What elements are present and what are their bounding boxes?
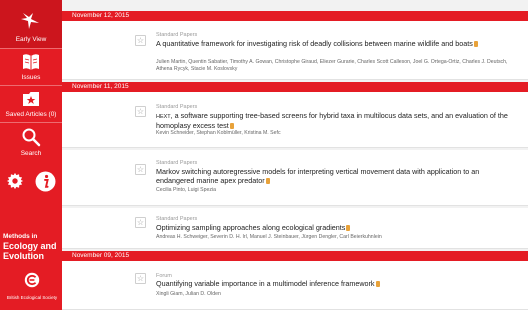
sidebar-item-label: Early View: [15, 36, 47, 43]
date-header: November 11, 2015: [62, 82, 528, 92]
date-header: November 09, 2015: [62, 251, 528, 261]
search-icon: [22, 128, 41, 147]
open-access-icon: [346, 225, 351, 231]
article-title-prefix: HEXT: [156, 114, 171, 120]
article-category: Standard Papers: [156, 104, 198, 110]
sidebar-bottom-actions: [0, 168, 62, 198]
article-card[interactable]: ☆ Standard Papers Markov switching autor…: [62, 150, 528, 206]
favorite-star-icon[interactable]: ☆: [135, 217, 146, 228]
sidebar-item-search[interactable]: Search: [0, 123, 62, 159]
article-card[interactable]: ☆ Forum Quantifying variable importance …: [62, 261, 528, 310]
sidebar-item-label: Search: [20, 150, 42, 157]
article-title[interactable]: Optimizing sampling approaches along eco…: [156, 223, 516, 233]
article-card[interactable]: ☆ Standard Papers HEXT, a software suppo…: [62, 92, 528, 148]
sidebar: Early View Issues Saved Articles (0) Sea…: [0, 0, 62, 310]
open-access-icon: [375, 281, 380, 287]
journal-title-line: Ecology and: [3, 241, 57, 251]
society-name: British Ecological Society: [6, 295, 58, 300]
favorite-star-icon[interactable]: ☆: [135, 273, 146, 284]
article-authors: Xingli Giam, Julian D. Olden: [156, 291, 221, 297]
journal-title: Methods in Ecology and Evolution: [3, 233, 61, 261]
article-title-text: Quantifying variable importance in a mul…: [156, 279, 375, 288]
society-logo: British Ecological Society: [2, 272, 62, 300]
article-authors: Kevin Schneider, Stephan Koblmüller, Kri…: [156, 130, 281, 136]
article-authors: Andreas H. Schweiger, Severin D. H. Irl,…: [156, 234, 382, 240]
article-title[interactable]: HEXT, a software supporting tree-based s…: [156, 111, 516, 130]
early-view-icon: [21, 13, 39, 29]
article-card[interactable]: ☆ Standard Papers A quantitative framewo…: [62, 21, 528, 80]
article-card[interactable]: ☆ Standard Papers Optimizing sampling ap…: [62, 208, 528, 249]
article-title-text: , a software supporting tree-based scree…: [156, 111, 508, 130]
article-category: Standard Papers: [156, 32, 198, 38]
british-ecological-society-logo-icon: [24, 272, 40, 288]
open-access-icon: [229, 122, 234, 129]
info-icon[interactable]: [35, 171, 56, 192]
open-access-icon: [473, 41, 478, 47]
book-icon: [23, 54, 39, 70]
article-category: Standard Papers: [156, 216, 198, 222]
article-title[interactable]: Quantifying variable importance in a mul…: [156, 279, 516, 289]
article-authors: Julien Martin, Quentin Sabatier, Timothy…: [156, 59, 508, 72]
article-title-text: A quantitative framework for investigati…: [156, 39, 473, 48]
favorite-star-icon[interactable]: ☆: [135, 106, 146, 117]
date-header: November 12, 2015: [62, 11, 528, 21]
journal-title-line: Methods in: [3, 233, 38, 240]
article-title[interactable]: A quantitative framework for investigati…: [156, 39, 516, 49]
sidebar-item-issues[interactable]: Issues: [0, 49, 62, 85]
sidebar-item-early-view[interactable]: Early View: [0, 0, 62, 48]
gear-icon[interactable]: [6, 172, 24, 190]
sidebar-item-label: Issues: [21, 74, 41, 81]
saved-star-icon: [23, 92, 39, 106]
open-access-icon: [265, 177, 270, 184]
favorite-star-icon[interactable]: ☆: [135, 35, 146, 46]
article-title-text: Markov switching autoregressive models f…: [156, 167, 480, 185]
sidebar-item-saved-articles[interactable]: Saved Articles (0): [0, 86, 62, 122]
favorite-star-icon[interactable]: ☆: [135, 164, 146, 175]
article-category: Standard Papers: [156, 160, 198, 166]
article-list: November 12, 2015 ☆ Standard Papers A qu…: [62, 0, 528, 310]
article-authors: Cecilia Pinto, Luigi Spezia: [156, 187, 216, 193]
journal-title-line: Evolution: [3, 251, 44, 261]
article-title[interactable]: Markov switching autoregressive models f…: [156, 167, 516, 185]
article-title-text: Optimizing sampling approaches along eco…: [156, 223, 346, 232]
sidebar-item-label: Saved Articles (0): [5, 111, 57, 118]
